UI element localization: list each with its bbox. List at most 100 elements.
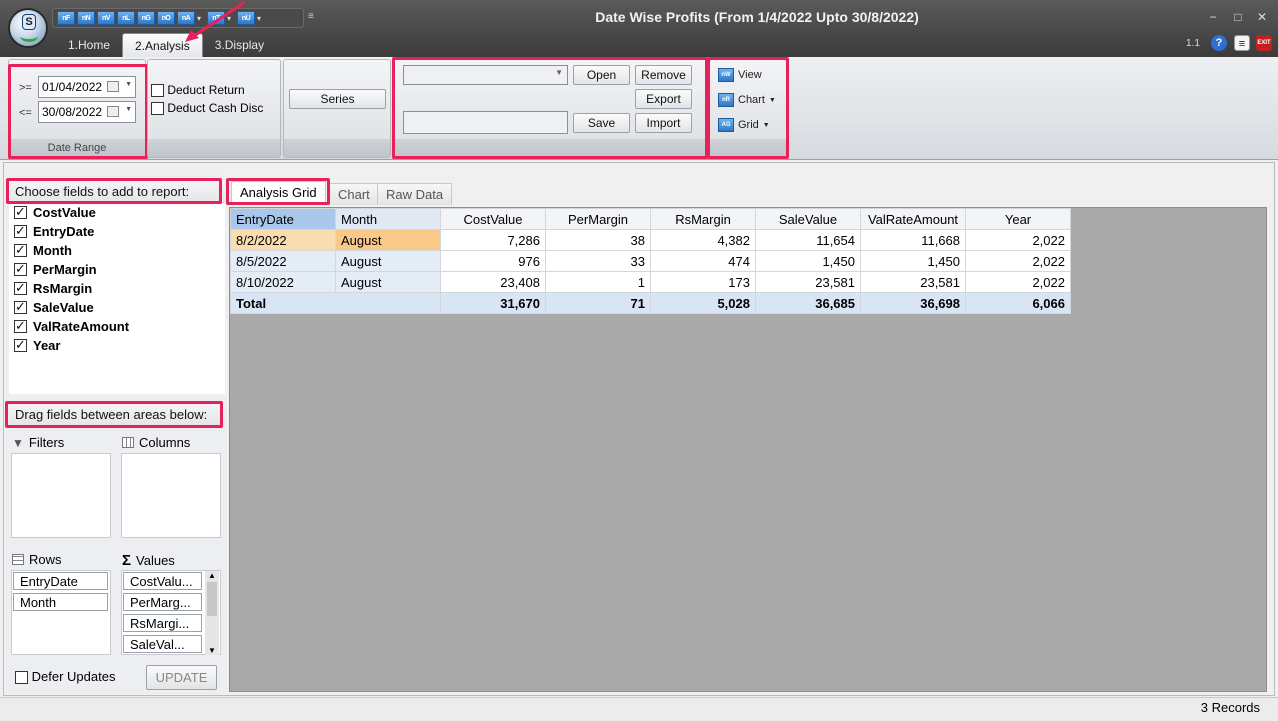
value-cell[interactable]: 2,022 [965,250,1071,272]
calendar-icon[interactable] [107,106,119,117]
notes-icon[interactable]: ≡ [1234,35,1250,51]
scroll-down-icon[interactable]: ▼ [205,646,219,655]
minimize-button[interactable]: − [1205,10,1221,24]
value-cell[interactable]: 38 [545,229,651,251]
value-cell[interactable]: 23,408 [440,271,546,293]
row-month-cell[interactable]: August [335,271,441,293]
field-item[interactable]: Month [14,241,72,260]
value-cell[interactable]: 7,286 [440,229,546,251]
from-date-field[interactable]: 01/04/2022 ▼ [38,76,136,98]
rows-field-month[interactable]: Month [13,593,108,611]
row-date-cell[interactable]: 8/5/2022 [230,250,336,272]
column-header[interactable]: RsMargin [650,208,756,230]
value-cell[interactable]: 2,022 [965,229,1071,251]
value-cell[interactable]: 23,581 [755,271,861,293]
value-cell[interactable]: 173 [650,271,756,293]
columns-drop-area[interactable] [121,453,221,538]
layout-select[interactable]: ▼ [403,65,568,85]
help-icon[interactable]: ? [1211,35,1227,51]
field-checkbox[interactable] [14,242,27,258]
series-button[interactable]: Series [289,89,386,109]
exit-icon[interactable]: EXIT [1256,35,1272,51]
field-item[interactable]: SaleValue [14,298,94,317]
layout-name-input[interactable] [403,111,568,134]
value-cell[interactable]: 11,668 [860,229,966,251]
row-date-cell[interactable]: 8/10/2022 [230,271,336,293]
field-item[interactable]: CostValue [14,203,96,222]
field-item[interactable]: Year [14,336,60,355]
field-item[interactable]: EntryDate [14,222,94,241]
tab-raw-data[interactable]: Raw Data [377,183,453,205]
row-header-entrydate[interactable]: EntryDate [230,208,336,230]
close-button[interactable]: ✕ [1254,10,1270,24]
values-field[interactable]: RsMargi... [123,614,202,632]
deduct-return-checkbox[interactable] [151,84,164,98]
row-month-cell[interactable]: August [335,250,441,272]
to-date-field[interactable]: 30/08/2022 ▼ [38,101,136,123]
values-field[interactable]: PerMarg... [123,593,202,611]
calendar-icon[interactable] [107,81,119,92]
total-cell[interactable]: 36,685 [755,292,861,314]
chart-menu-item[interactable]: nR Chart ▼ [718,91,776,109]
values-field[interactable]: CostValu... [123,572,202,590]
field-item[interactable]: RsMargin [14,279,92,298]
total-cell[interactable]: 36,698 [860,292,966,314]
update-button[interactable]: UPDATE [146,665,217,690]
chevron-down-icon[interactable]: ▼ [125,106,132,113]
column-header[interactable]: Year [965,208,1071,230]
field-item[interactable]: PerMargin [14,260,97,279]
field-checkbox[interactable] [14,261,27,277]
row-month-cell[interactable]: August [335,229,441,251]
value-cell[interactable]: 976 [440,250,546,272]
value-cell[interactable]: 1,450 [860,250,966,272]
deduct-cash-disc-checkbox[interactable] [151,102,164,116]
export-button[interactable]: Export [635,89,692,109]
defer-updates-checkbox[interactable] [15,671,28,685]
field-checkbox[interactable] [14,223,27,239]
deduct-cash-disc-option[interactable]: Deduct Cash Disc [151,101,263,116]
field-checkbox[interactable] [14,204,27,220]
values-field[interactable]: SaleVal... [123,635,202,653]
field-checkbox[interactable] [14,299,27,315]
value-cell[interactable]: 33 [545,250,651,272]
column-header[interactable]: SaleValue [755,208,861,230]
rows-field-entrydate[interactable]: EntryDate [13,572,108,590]
column-header[interactable]: PerMargin [545,208,651,230]
row-date-cell[interactable]: 8/2/2022 [230,229,336,251]
total-cell[interactable]: 5,028 [650,292,756,314]
value-cell[interactable]: 2,022 [965,271,1071,293]
open-button[interactable]: Open [573,65,630,85]
chevron-down-icon[interactable]: ▼ [555,68,563,77]
value-cell[interactable]: 23,581 [860,271,966,293]
column-header[interactable]: CostValue [440,208,546,230]
filters-drop-area[interactable] [11,453,111,538]
scroll-up-icon[interactable]: ▲ [205,571,219,580]
value-cell[interactable]: 474 [650,250,756,272]
save-button[interactable]: Save [573,113,630,133]
value-cell[interactable]: 4,382 [650,229,756,251]
remove-button[interactable]: Remove [635,65,692,85]
value-cell[interactable]: 1 [545,271,651,293]
value-cell[interactable]: 1,450 [755,250,861,272]
column-header[interactable]: ValRateAmount [860,208,966,230]
field-checkbox[interactable] [14,318,27,334]
values-scrollbar[interactable]: ▲ ▼ [205,571,219,655]
total-cell[interactable]: 31,670 [440,292,546,314]
view-menu-item[interactable]: nW View [718,66,762,84]
tab-home[interactable]: 1.Home [56,33,122,57]
scroll-thumb[interactable] [207,582,217,616]
value-cell[interactable]: 11,654 [755,229,861,251]
total-cell[interactable]: 71 [545,292,651,314]
import-button[interactable]: Import [635,113,692,133]
tab-chart[interactable]: Chart [329,183,379,205]
grid-menu-item[interactable]: AG Grid ▼ [718,116,770,134]
field-checkbox[interactable] [14,280,27,296]
deduct-return-option[interactable]: Deduct Return [151,83,245,98]
total-cell[interactable]: 6,066 [965,292,1071,314]
field-item[interactable]: ValRateAmount [14,317,129,336]
row-header-month[interactable]: Month [335,208,441,230]
tab-analysis-grid[interactable]: Analysis Grid [231,181,326,205]
maximize-button[interactable]: □ [1230,10,1246,24]
chevron-down-icon[interactable]: ▼ [125,81,132,88]
field-checkbox[interactable] [14,337,27,353]
